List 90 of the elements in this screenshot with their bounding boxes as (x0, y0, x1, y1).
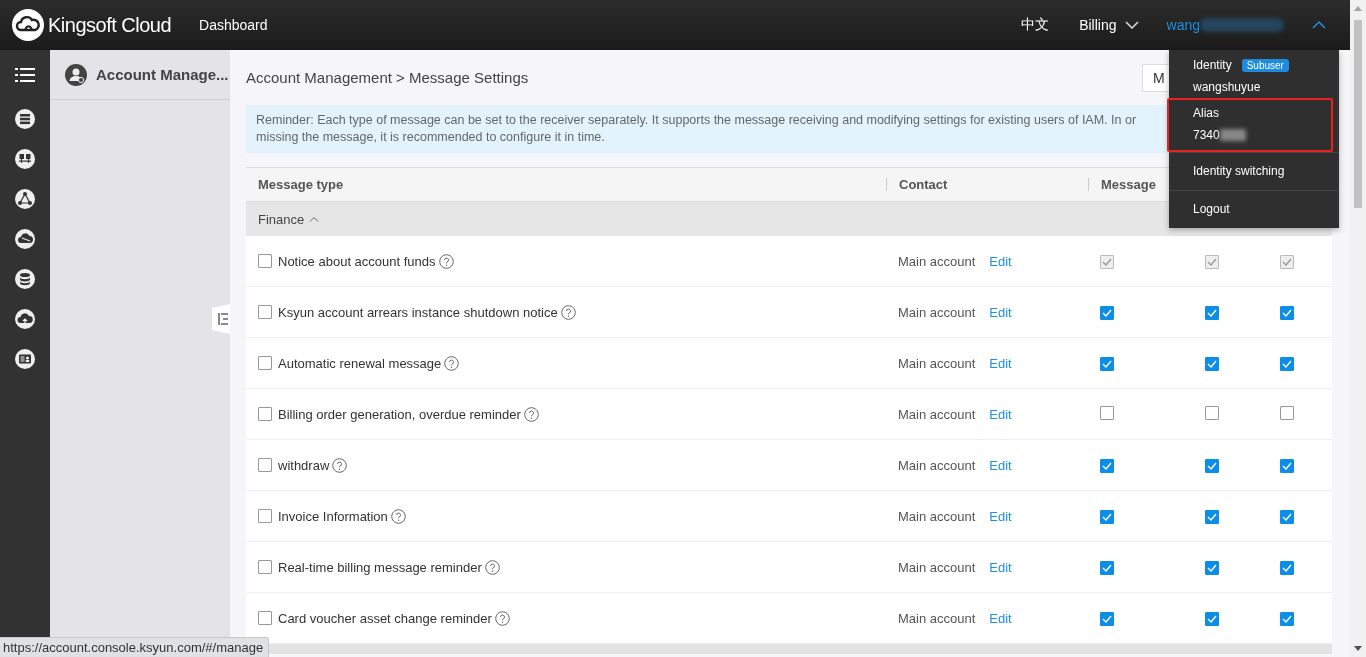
message-type: withdraw (278, 457, 330, 473)
collapse-tab-icon[interactable] (212, 304, 230, 334)
alias-value: 7340 (1193, 128, 1220, 142)
scroll-down-icon[interactable] (1354, 646, 1362, 651)
channel-checkbox[interactable] (1280, 509, 1294, 524)
server-icon[interactable] (15, 109, 35, 129)
row-checkbox[interactable] (258, 407, 272, 421)
message-type: Ksyun account arrears instance shutdown notice (278, 304, 558, 320)
row-checkbox[interactable] (258, 458, 272, 472)
contact-text: Main account (898, 355, 976, 371)
message-type: Real-time billing message reminder (278, 559, 482, 575)
cloud-upload-icon[interactable] (15, 309, 35, 329)
billing-menu[interactable]: Billing (1079, 17, 1139, 33)
network-icon[interactable] (15, 149, 35, 169)
id-card-icon[interactable] (15, 349, 35, 369)
contact-text: Main account (898, 457, 976, 473)
database-icon[interactable] (15, 269, 35, 289)
channel-checkbox[interactable] (1280, 405, 1294, 420)
contact-text: Main account (898, 559, 976, 575)
user-menu[interactable]: wang (1166, 17, 1200, 33)
help-icon[interactable] (444, 355, 460, 371)
cloud-logo-icon (12, 9, 44, 41)
channel-checkbox[interactable] (1100, 305, 1114, 320)
channel-checkbox[interactable] (1100, 458, 1114, 473)
column-header: Message type (257, 177, 345, 192)
message-type: Automatic renewal message (278, 355, 442, 371)
channel-checkbox[interactable] (1280, 611, 1294, 626)
channel-checkbox[interactable] (1280, 305, 1294, 320)
channel-checkbox[interactable] (1205, 560, 1219, 575)
channel-checkbox[interactable] (1280, 560, 1294, 575)
channel-checkbox[interactable] (1205, 611, 1219, 626)
triangle-nodes-icon[interactable] (15, 189, 35, 209)
row-checkbox[interactable] (258, 560, 272, 574)
role-badge: Subuser (1241, 58, 1289, 72)
group-label[interactable]: Finance (258, 211, 305, 227)
menu-item[interactable]: Identity switching (1169, 152, 1339, 190)
help-icon[interactable] (494, 610, 510, 626)
channel-checkbox[interactable] (1205, 509, 1219, 524)
user-settings-icon (65, 63, 87, 86)
reminder-text: Reminder: Each type of message can be set to the receiver separately. It supports the message receiving and modifying settings for existing users of IAM. In or (256, 112, 1137, 129)
channel-checkbox[interactable] (1205, 405, 1219, 420)
breadcrumb: Account Management > Message Settings (246, 69, 529, 86)
channel-checkbox[interactable] (1205, 356, 1219, 371)
channel-checkbox[interactable] (1100, 356, 1114, 371)
column-header: Contact (886, 178, 1088, 191)
channel-checkbox[interactable] (1100, 405, 1114, 420)
help-icon[interactable] (484, 559, 500, 575)
chevron-down-icon (1124, 21, 1139, 29)
contact-text: Main account (898, 406, 976, 422)
channel-checkbox[interactable] (1280, 356, 1294, 371)
message-type: Notice about account funds (278, 253, 436, 269)
scrollbar[interactable] (1350, 0, 1366, 657)
row-checkbox[interactable] (258, 509, 272, 523)
scroll-thumb[interactable] (1354, 20, 1362, 208)
scroll-up-icon[interactable] (1354, 6, 1362, 11)
alias-label: Alias (1193, 106, 1219, 120)
channel-checkbox[interactable] (1205, 458, 1219, 473)
blurred-text (1219, 129, 1246, 141)
contact-text: Main account (898, 304, 976, 320)
help-icon[interactable] (390, 508, 406, 524)
help-icon[interactable] (523, 406, 539, 422)
chevron-up-icon[interactable] (1312, 21, 1326, 29)
message-type: Billing order generation, overdue reminder (278, 406, 521, 422)
row-checkbox[interactable] (258, 356, 272, 370)
cloud-icon[interactable] (15, 229, 35, 249)
brand-name[interactable]: Kingsoft Cloud (48, 13, 172, 37)
message-type: Invoice Information (278, 508, 388, 524)
channel-checkbox[interactable] (1100, 611, 1114, 626)
identity-name: wangshuyue (1193, 80, 1261, 94)
status-url-tooltip: https://account.console.ksyun.com/#/manage (0, 637, 270, 657)
row-checkbox[interactable] (258, 611, 272, 625)
menu-icon[interactable] (15, 67, 35, 83)
contact-text: Main account (898, 610, 976, 626)
reminder-text: missing the message, it is recommended to configure it in time. (256, 129, 605, 146)
help-icon[interactable] (560, 304, 576, 320)
channel-checkbox[interactable] (1100, 560, 1114, 575)
channel-checkbox[interactable] (1280, 458, 1294, 473)
menu-item[interactable]: Logout (1169, 190, 1339, 228)
channel-checkbox[interactable] (1100, 509, 1114, 524)
help-icon[interactable] (438, 253, 454, 269)
help-icon[interactable] (332, 457, 348, 473)
row-checkbox[interactable] (258, 305, 272, 319)
nav-link[interactable]: Dashboard (199, 17, 268, 33)
identity-label: Identity (1193, 58, 1232, 72)
language-link[interactable]: 中文 (1021, 16, 1050, 34)
sidebar-title: Account Manage... (96, 66, 229, 83)
message-type: Card voucher asset change reminder (278, 610, 492, 626)
contact-text: Main account (898, 508, 976, 524)
channel-checkbox[interactable] (1205, 305, 1219, 320)
contact-text: Main account (898, 253, 976, 269)
